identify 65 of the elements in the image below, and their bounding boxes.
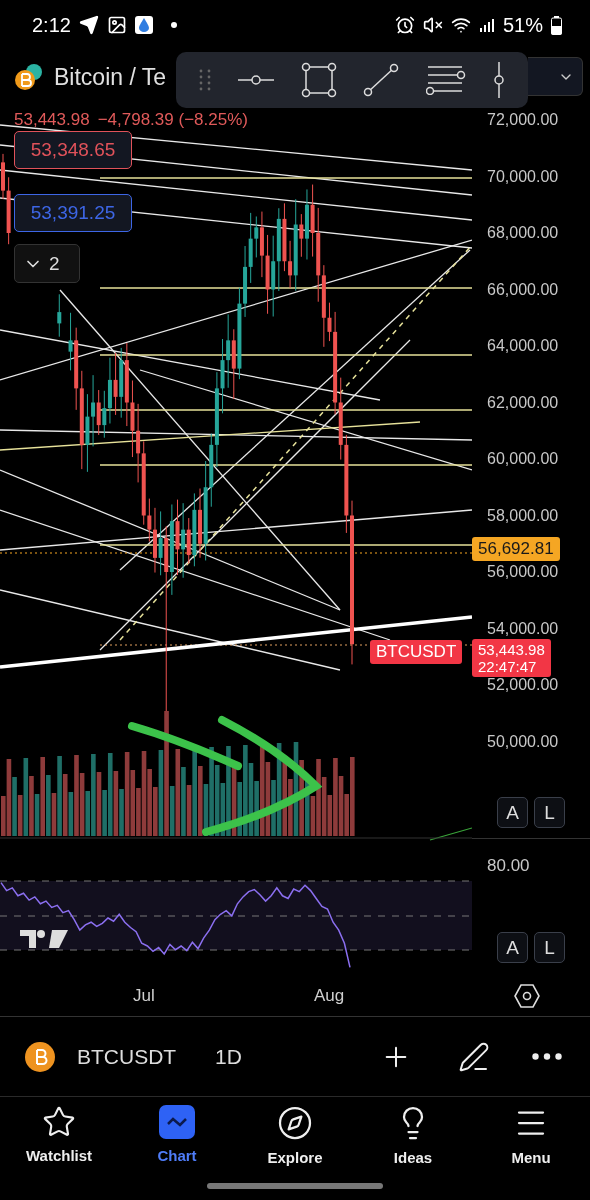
tab-button[interactable]: Menu	[472, 1105, 590, 1183]
price-axis-label: 62,000.00	[487, 393, 559, 412]
pen-icon	[458, 1040, 490, 1073]
price-axis-label: 50,000.00	[487, 732, 559, 751]
status-time: 2:12	[32, 13, 71, 37]
star-icon	[42, 1105, 76, 1139]
coin-pair-icon	[14, 63, 44, 91]
tab-button[interactable]: Ideas	[354, 1105, 472, 1183]
more-button[interactable]	[532, 1053, 562, 1060]
rectangle-tool-icon[interactable]	[300, 62, 337, 98]
battery-percent: 51%	[502, 13, 543, 37]
time-axis-label: Jul	[133, 985, 156, 1006]
scale-button[interactable]: A	[497, 797, 528, 828]
bitcoin-icon	[25, 1041, 55, 1072]
candle	[57, 293, 62, 338]
scale-button[interactable]: A	[497, 932, 528, 963]
horizontal-line-tool-icon[interactable]	[238, 74, 274, 86]
trend-line	[429, 827, 472, 841]
wifi-icon	[450, 15, 471, 35]
tab-button[interactable]: Chart	[118, 1105, 236, 1183]
pen-button[interactable]	[458, 1040, 490, 1073]
price-axis-label: 68,000.00	[487, 224, 559, 243]
order-price-button[interactable]: 53,348.65	[14, 131, 132, 169]
last-price: 53,443.98	[14, 110, 90, 130]
notification-dot	[170, 22, 177, 28]
app-icon	[134, 16, 153, 34]
price-axis-label: 56,000.00	[487, 563, 559, 582]
price-axis-label: 70,000.00	[487, 167, 559, 186]
drag-handle-icon[interactable]	[199, 69, 212, 91]
settings-icon[interactable]	[514, 983, 540, 1008]
image-icon	[106, 15, 127, 35]
price-axis-label: 58,000.00	[487, 506, 559, 525]
signal-icon	[478, 17, 495, 33]
chart-icon	[159, 1105, 195, 1139]
scale-button[interactable]: L	[534, 932, 565, 963]
scale-button[interactable]: L	[534, 797, 565, 828]
price-change: −4,798.39 (−8.25%)	[97, 110, 248, 130]
parallel-lines-tool-icon[interactable]	[425, 65, 466, 95]
price-axis-label: 54,000.00	[487, 619, 559, 638]
vertical-line-tool-icon[interactable]	[492, 62, 505, 98]
price-axis-label: 52,000.00	[487, 676, 559, 695]
last-price-tag: 53,443.98 22:47:47	[472, 639, 551, 677]
tab-button[interactable]: Explore	[236, 1105, 354, 1183]
symbol-name[interactable]: BTCUSDT	[77, 1044, 203, 1069]
price-axis-label: 60,000.00	[487, 450, 559, 469]
tab-button[interactable]: Watchlist	[0, 1105, 118, 1183]
price-axis-label: 72,000.00	[487, 111, 559, 130]
compass-icon	[277, 1105, 313, 1141]
logo-icon	[20, 930, 68, 948]
trend-line-tool-icon[interactable]	[363, 63, 400, 97]
price-axis-label: 64,000.00	[487, 337, 559, 356]
order-price-button[interactable]: 53,391.25	[14, 194, 132, 232]
battery-icon	[551, 15, 562, 35]
more-icon	[532, 1053, 562, 1060]
interval-label[interactable]: 1D	[215, 1044, 242, 1069]
price-axis-label: 66,000.00	[487, 280, 559, 299]
indicator-toggle[interactable]: 2	[14, 244, 80, 283]
symbol-title: Bitcoin / Te	[54, 63, 167, 91]
mute-icon	[422, 15, 443, 35]
paper-plane-icon	[78, 15, 99, 35]
rsi-axis-label: 80.00	[486, 856, 531, 876]
time-axis-label: Aug	[314, 985, 344, 1006]
alarm-icon	[394, 15, 415, 35]
symbol-price-tag: BTCUSDT	[370, 640, 463, 664]
price-level-tag: 56,692.81	[472, 537, 560, 561]
